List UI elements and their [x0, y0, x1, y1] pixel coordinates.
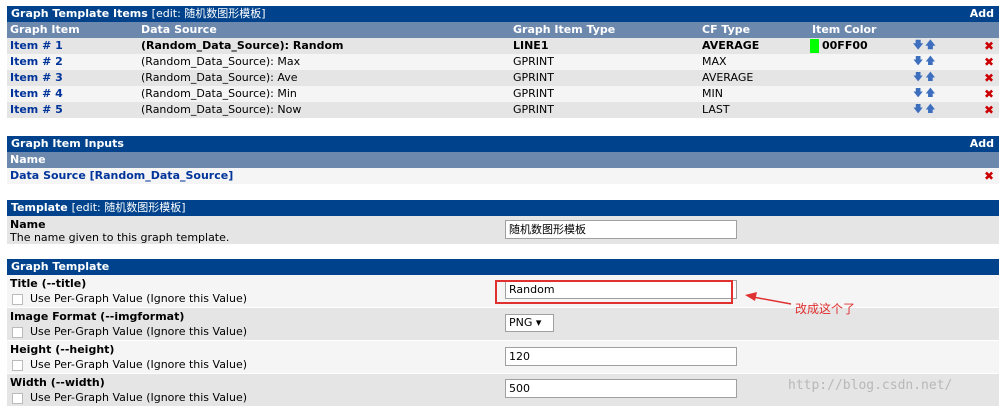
item-type-cell: GPRINT	[513, 71, 554, 84]
data-source-cell: (Random_Data_Source): Ave	[141, 71, 298, 84]
col-item-color: Item Color	[812, 23, 877, 36]
item-type-cell: GPRINT	[513, 87, 554, 100]
per-graph-checkbox[interactable]	[12, 360, 23, 371]
move-down-up-icon[interactable]: 🡇🡅	[913, 102, 938, 118]
annotation-text: 改成这个了	[795, 302, 856, 316]
data-source-input-link[interactable]: Data Source [Random_Data_Source]	[10, 168, 233, 184]
template-panel-header: Template [edit: 随机数图形模板]	[7, 200, 999, 216]
col-data-source: Data Source	[141, 23, 217, 36]
cf-type-cell: MIN	[702, 87, 723, 100]
add-item-link[interactable]: Add	[970, 6, 994, 22]
data-source-cell: (Random_Data_Source): Random	[141, 39, 344, 52]
list-item: Data Source [Random_Data_Source] ✖	[7, 168, 999, 184]
title-label: Title (--title)	[10, 277, 87, 290]
image-format-label: Image Format (--imgformat)	[10, 310, 185, 323]
move-down-up-icon[interactable]: 🡇🡅	[913, 54, 938, 70]
watermark: http://blog.csdn.net/	[788, 378, 953, 393]
width-label: Width (--width)	[10, 376, 105, 389]
move-down-up-icon[interactable]: 🡇🡅	[913, 86, 938, 102]
annotation-arrow-icon	[745, 292, 792, 305]
per-graph-checkbox[interactable]	[12, 327, 23, 338]
template-panel-title: Template	[11, 201, 68, 214]
items-column-header: Graph Item Data Source Graph Item Type C…	[7, 22, 999, 38]
item-link[interactable]: Item # 3	[10, 70, 63, 86]
per-graph-label: Use Per-Graph Value (Ignore this Value)	[30, 358, 248, 371]
item-link[interactable]: Item # 1	[10, 38, 63, 54]
col-graph-item-type: Graph Item Type	[513, 23, 616, 36]
cf-type-cell: LAST	[702, 103, 730, 116]
cf-type-cell: MAX	[702, 55, 727, 68]
graph-template-items-panel: Graph Template Items [edit: 随机数图形模板] Add…	[7, 6, 999, 118]
col-cf-type: CF Type	[702, 23, 751, 36]
name-field-row: Name The name given to this graph templa…	[7, 216, 999, 245]
inputs-panel-header: Graph Item Inputs Add	[7, 136, 999, 152]
per-graph-label: Use Per-Graph Value (Ignore this Value)	[30, 292, 248, 305]
items-panel-title: Graph Template Items	[11, 7, 148, 20]
color-swatch	[810, 39, 819, 53]
name-input[interactable]: 随机数图形模板	[505, 220, 737, 239]
table-row: Item # 1 (Random_Data_Source): Random LI…	[7, 38, 999, 54]
delete-icon[interactable]: ✖	[984, 70, 994, 86]
template-edit-link[interactable]: [edit: 随机数图形模板]	[72, 201, 186, 214]
cf-type-cell: AVERAGE	[702, 39, 760, 52]
height-label: Height (--height)	[10, 343, 115, 356]
data-source-cell: (Random_Data_Source): Min	[141, 87, 297, 100]
item-type-cell: GPRINT	[513, 103, 554, 116]
height-field-row: Height (--height) Use Per-Graph Value (I…	[7, 341, 999, 374]
delete-icon[interactable]: ✖	[984, 86, 994, 102]
item-type-cell: GPRINT	[513, 55, 554, 68]
delete-icon[interactable]: ✖	[984, 102, 994, 118]
data-source-cell: (Random_Data_Source): Now	[141, 103, 302, 116]
annotation-highlight-box	[495, 280, 733, 304]
inputs-panel-title: Graph Item Inputs	[11, 137, 124, 150]
inputs-column-header: Name	[7, 152, 999, 168]
item-link[interactable]: Item # 4	[10, 86, 63, 102]
name-description: The name given to this graph template.	[10, 231, 230, 244]
data-source-cell: (Random_Data_Source): Max	[141, 55, 301, 68]
items-panel-edit-link[interactable]: [edit: 随机数图形模板]	[152, 7, 266, 20]
image-format-select[interactable]: PNG ▾	[505, 314, 554, 332]
graph-item-inputs-panel: Graph Item Inputs Add Name Data Source […	[7, 136, 999, 184]
delete-icon[interactable]: ✖	[984, 168, 994, 184]
table-row: Item # 5 (Random_Data_Source): Now GPRIN…	[7, 102, 999, 118]
per-graph-label: Use Per-Graph Value (Ignore this Value)	[30, 325, 248, 338]
items-panel-header: Graph Template Items [edit: 随机数图形模板] Add	[7, 6, 999, 22]
move-down-up-icon[interactable]: 🡇🡅	[913, 38, 938, 54]
item-link[interactable]: Item # 2	[10, 54, 63, 70]
height-input[interactable]: 120	[505, 347, 737, 366]
graph-template-header: Graph Template	[7, 259, 999, 275]
cf-type-cell: AVERAGE	[702, 71, 754, 84]
move-down-up-icon[interactable]: 🡇🡅	[913, 70, 938, 86]
add-input-link[interactable]: Add	[970, 136, 994, 152]
col-graph-item: Graph Item	[10, 23, 80, 36]
table-row: Item # 2 (Random_Data_Source): Max GPRIN…	[7, 54, 999, 70]
template-panel: Template [edit: 随机数图形模板] Name The name g…	[7, 200, 999, 245]
item-color-cell: 00FF00	[822, 39, 868, 52]
delete-icon[interactable]: ✖	[984, 38, 994, 54]
width-input[interactable]: 500	[505, 379, 737, 398]
per-graph-label: Use Per-Graph Value (Ignore this Value)	[30, 391, 248, 404]
per-graph-checkbox[interactable]	[12, 393, 23, 404]
item-link[interactable]: Item # 5	[10, 102, 63, 118]
table-row: Item # 3 (Random_Data_Source): Ave GPRIN…	[7, 70, 999, 86]
name-label: Name	[10, 218, 46, 231]
item-type-cell: LINE1	[513, 39, 549, 52]
per-graph-checkbox[interactable]	[12, 294, 23, 305]
delete-icon[interactable]: ✖	[984, 54, 994, 70]
table-row: Item # 4 (Random_Data_Source): Min GPRIN…	[7, 86, 999, 102]
